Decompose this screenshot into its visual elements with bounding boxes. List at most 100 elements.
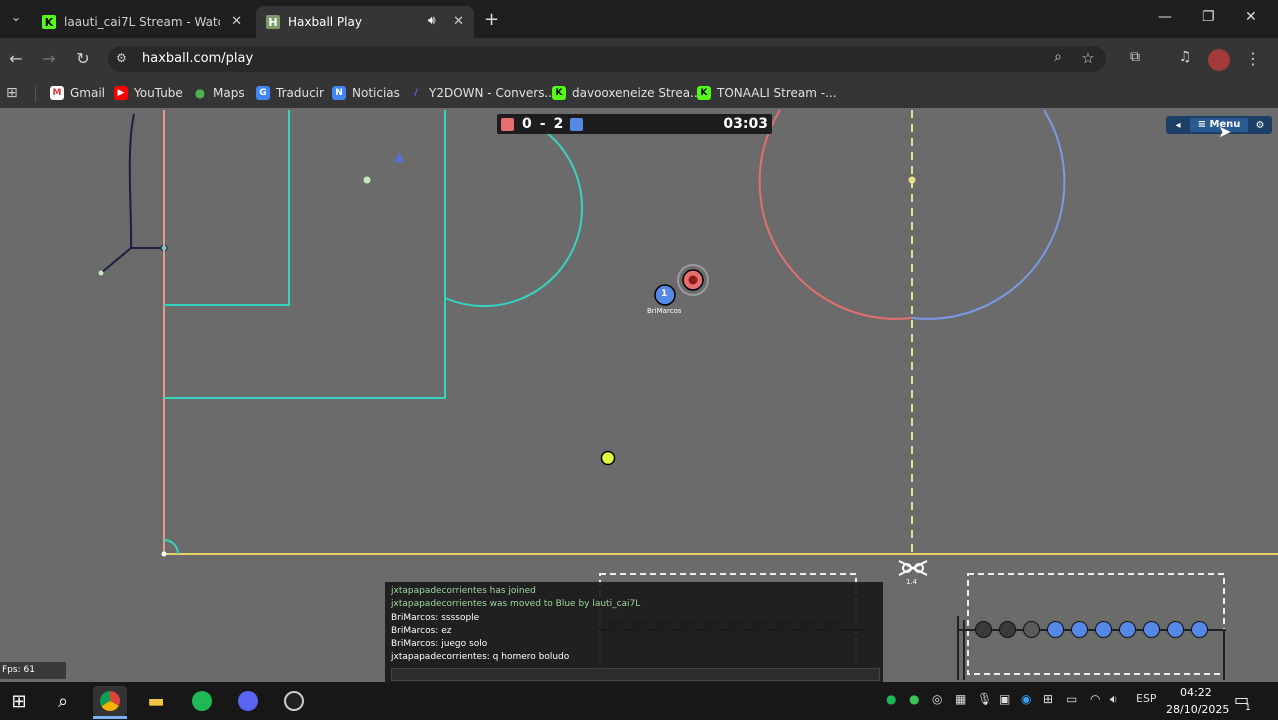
media-control-icon[interactable]: ♫	[1173, 49, 1197, 65]
chat-message: jxtapapadecorrientes has joined	[391, 586, 536, 596]
center-spot	[908, 176, 916, 184]
game-timer: 03:03	[723, 116, 768, 132]
penalty-spot	[363, 176, 371, 184]
volume-icon[interactable]: 🔉︎	[1110, 692, 1118, 707]
ball	[600, 450, 616, 466]
zoom-icon[interactable]: ⌕	[1046, 49, 1070, 65]
windows-start-icon[interactable]: ⊞	[2, 686, 36, 716]
bookmark-label: YouTube	[134, 86, 183, 100]
corner-flag	[161, 551, 167, 557]
bookmark-gmail[interactable]: M Gmail	[50, 86, 105, 100]
bookmark-noticias[interactable]: N Noticias	[332, 86, 400, 100]
bookmark-traducir[interactable]: G Traducir	[256, 86, 324, 100]
y2down-icon: /	[414, 88, 418, 98]
tray-icon[interactable]: ●	[909, 692, 919, 706]
bench-player	[1023, 621, 1040, 638]
bookmark-label: Traducir	[276, 86, 324, 100]
back-icon[interactable]: ←	[4, 49, 28, 68]
wifi-icon[interactable]: ◠	[1090, 692, 1100, 706]
close-icon[interactable]: ✕	[231, 14, 242, 29]
score-separator: -	[539, 116, 546, 132]
kick-logo-icon: K	[42, 15, 56, 29]
maps-icon: ●	[194, 86, 206, 100]
site-info-icon[interactable]: ⚙	[116, 51, 127, 65]
tray-icon[interactable]: ⊞	[1043, 692, 1053, 706]
obs-icon[interactable]	[277, 686, 311, 716]
chat-message: BriMarcos: ez	[391, 625, 452, 636]
tab-title: laauti_cai7L Stream - Watch Live	[64, 15, 220, 29]
spotify-icon[interactable]	[185, 686, 219, 716]
file-explorer-icon[interactable]: ▬	[139, 686, 173, 716]
reload-icon[interactable]: ↻	[71, 49, 95, 68]
speaker-icon[interactable]: 🔊︎	[428, 13, 436, 28]
forward-icon[interactable]: →	[37, 49, 61, 68]
extensions-icon[interactable]: ⧉	[1123, 49, 1147, 65]
kick-logo-icon: K	[697, 86, 711, 100]
tab-title: Haxball Play	[288, 15, 362, 29]
bench-player	[1143, 621, 1160, 638]
chat-message: jxtapapadecorrientes was moved to Blue b…	[391, 599, 641, 610]
kick-indicator: 1.4	[906, 578, 918, 586]
url-text[interactable]: haxball.com/play	[142, 51, 253, 66]
minimize-button[interactable]: —	[1158, 9, 1172, 25]
player-name: BriMarcos	[647, 307, 682, 315]
close-icon[interactable]: ✕	[453, 14, 464, 29]
bench-player	[999, 621, 1016, 638]
arrow-icon[interactable]: ◂	[1166, 120, 1190, 131]
profile-avatar[interactable]	[1208, 49, 1230, 71]
bookmark-tonaali[interactable]: K TONAALI Stream -...	[697, 86, 837, 100]
chat-panel: jxtapapadecorrientes has joined jxtapapa…	[385, 582, 883, 682]
settings-icon[interactable]: ⚙	[1248, 120, 1272, 131]
bookmark-davooxeneize[interactable]: Kdavooxeneize Strea...	[552, 86, 702, 100]
bookmark-label: Noticias	[352, 86, 400, 100]
clock-date[interactable]: 28/10/2025	[1166, 703, 1229, 716]
chat-input[interactable]	[391, 668, 880, 681]
bookmark-youtube[interactable]: ▶ YouTube	[114, 86, 183, 100]
kick-logo-icon: K	[552, 86, 566, 100]
bookmark-label: TONAALI Stream -...	[717, 86, 837, 100]
address-bar[interactable]	[108, 46, 1106, 72]
bookmark-label: Gmail	[70, 86, 106, 100]
news-icon: N	[332, 86, 346, 100]
new-tab-button[interactable]: +	[484, 9, 499, 30]
bookmark-divider	[35, 86, 36, 102]
notification-count: 1	[1245, 703, 1251, 713]
bench-player	[1071, 621, 1088, 638]
bookmark-maps[interactable]: ● Maps	[193, 86, 245, 100]
blue-bench-players	[975, 621, 1208, 638]
clock-time[interactable]: 04:22	[1180, 686, 1212, 699]
tab-search-icon[interactable]: ⌄	[4, 10, 28, 24]
hp-icon[interactable]: ◉	[1021, 692, 1031, 706]
red-score: 0	[522, 116, 532, 132]
battery-icon[interactable]: ▭	[1066, 692, 1077, 706]
chrome-icon[interactable]	[93, 686, 127, 716]
blue-score: 2	[553, 116, 564, 132]
apps-grid-icon[interactable]: ⊞	[6, 85, 18, 101]
goal-post	[98, 270, 104, 276]
bookmark-label: Maps	[213, 86, 245, 100]
gmail-icon: M	[50, 86, 64, 100]
language-indicator[interactable]: ESP	[1136, 692, 1157, 705]
discord-icon[interactable]	[231, 686, 265, 716]
active-app-indicator	[93, 716, 127, 719]
more-menu-icon[interactable]: ⋮	[1241, 49, 1265, 68]
spotify-tray-icon[interactable]: ●	[886, 692, 896, 706]
bookmark-star-icon[interactable]: ☆	[1076, 49, 1100, 67]
red-team-color	[501, 117, 514, 131]
tray-icon[interactable]: ▣	[999, 692, 1010, 706]
bench-player	[1095, 621, 1112, 638]
tray-icon[interactable]: ▦	[955, 692, 966, 706]
bookmark-y2down[interactable]: / Y2DOWN - Convers...	[409, 86, 556, 100]
restore-button[interactable]: ❐	[1202, 9, 1215, 25]
tab-kick-stream[interactable]: K laauti_cai7L Stream - Watch Live ✕	[32, 6, 252, 38]
red-player-avatar	[688, 275, 698, 285]
bench-player	[1119, 621, 1136, 638]
bench-player	[1191, 621, 1208, 638]
microphone-icon[interactable]: 🎙︎	[977, 692, 992, 706]
close-window-button[interactable]: ✕	[1245, 9, 1257, 25]
tab-haxball[interactable]: H Haxball Play 🔊︎ ✕	[256, 6, 474, 38]
bookmark-label: Y2DOWN - Convers...	[429, 86, 556, 100]
tray-icon[interactable]: ◎	[932, 692, 942, 706]
youtube-icon: ▶	[114, 86, 128, 100]
search-icon[interactable]: ⌕	[46, 686, 80, 716]
